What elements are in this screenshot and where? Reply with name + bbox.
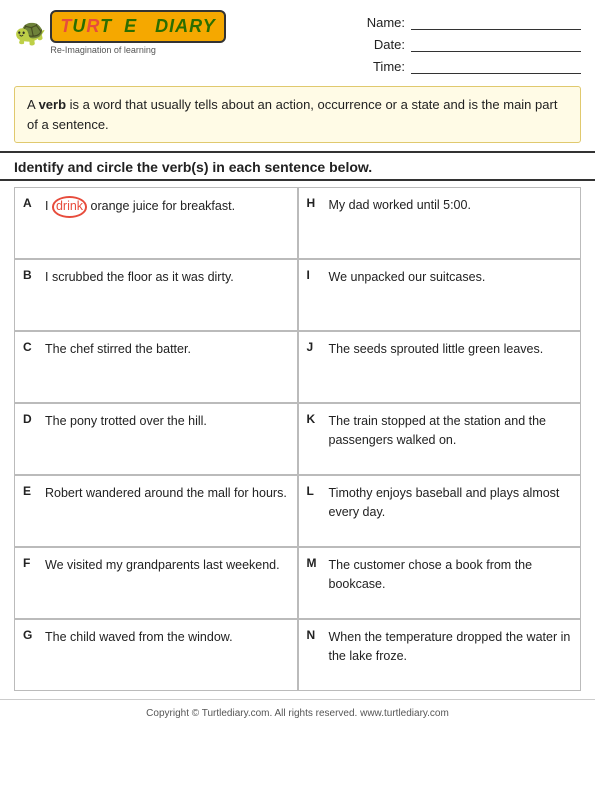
cell-text-C: The chef stirred the batter. (45, 340, 289, 359)
cell-text-H: My dad worked until 5:00. (329, 196, 573, 215)
time-label: Time: (365, 59, 405, 74)
cell-label-C: C (23, 340, 39, 354)
cell-label-B: B (23, 268, 39, 282)
logo-area: 🐢 TURTLE DIARY Re-Imagination of learnin… (14, 10, 226, 55)
cell-J: J The seeds sprouted little green leaves… (298, 331, 582, 403)
name-line (411, 14, 581, 30)
cell-C: C The chef stirred the batter. (14, 331, 298, 403)
cell-M: M The customer chose a book from the boo… (298, 547, 582, 619)
cell-text-N: When the temperature dropped the water i… (329, 628, 573, 666)
instruction: Identify and circle the verb(s) in each … (0, 151, 595, 181)
cell-label-L: L (307, 484, 323, 498)
cell-label-I: I (307, 268, 323, 282)
date-row: Date: (365, 36, 581, 52)
cell-text-B: I scrubbed the floor as it was dirty. (45, 268, 289, 287)
cell-text-K: The train stopped at the station and the… (329, 412, 573, 450)
cell-B: B I scrubbed the floor as it was dirty. (14, 259, 298, 331)
cell-label-J: J (307, 340, 323, 354)
footer: Copyright © Turtlediary.com. All rights … (0, 699, 595, 725)
name-row: Name: (365, 14, 581, 30)
cell-label-E: E (23, 484, 39, 498)
circled-drink: drink (52, 196, 87, 218)
cell-text-L: Timothy enjoys baseball and plays almost… (329, 484, 573, 522)
name-label: Name: (365, 15, 405, 30)
cell-K: K The train stopped at the station and t… (298, 403, 582, 475)
definition-box: A verb is a word that usually tells abou… (14, 86, 581, 143)
cell-D: D The pony trotted over the hill. (14, 403, 298, 475)
cell-text-A: I drink orange juice for breakfast. (45, 196, 289, 218)
cell-label-K: K (307, 412, 323, 426)
def-text-before: A (27, 97, 39, 112)
cell-N: N When the temperature dropped the water… (298, 619, 582, 691)
date-line (411, 36, 581, 52)
cell-text-E: Robert wandered around the mall for hour… (45, 484, 289, 503)
time-row: Time: (365, 58, 581, 74)
cell-text-F: We visited my grandparents last weekend. (45, 556, 289, 575)
cell-label-H: H (307, 196, 323, 210)
name-fields: Name: Date: Time: (365, 10, 581, 74)
cell-A: A I drink orange juice for breakfast. (14, 187, 298, 259)
cell-text-J: The seeds sprouted little green leaves. (329, 340, 573, 359)
cell-text-G: The child waved from the window. (45, 628, 289, 647)
logo-tagline: Re-Imagination of learning (50, 45, 225, 55)
cell-text-D: The pony trotted over the hill. (45, 412, 289, 431)
def-text-after: is a word that usually tells about an ac… (27, 97, 557, 132)
cell-label-A: A (23, 196, 39, 210)
cell-text-I: We unpacked our suitcases. (329, 268, 573, 287)
cell-label-G: G (23, 628, 39, 642)
cell-label-N: N (307, 628, 323, 642)
sentences-grid: A I drink orange juice for breakfast. H … (0, 187, 595, 691)
cell-L: L Timothy enjoys baseball and plays almo… (298, 475, 582, 547)
date-label: Date: (365, 37, 405, 52)
cell-label-F: F (23, 556, 39, 570)
cell-label-M: M (307, 556, 323, 570)
cell-text-M: The customer chose a book from the bookc… (329, 556, 573, 594)
cell-F: F We visited my grandparents last weeken… (14, 547, 298, 619)
cell-H: H My dad worked until 5:00. (298, 187, 582, 259)
header: 🐢 TURTLE DIARY Re-Imagination of learnin… (0, 0, 595, 80)
def-keyword: verb (39, 97, 66, 112)
logo-text: TURTLE DIARY (50, 10, 225, 43)
cell-E: E Robert wandered around the mall for ho… (14, 475, 298, 547)
cell-label-D: D (23, 412, 39, 426)
cell-G: G The child waved from the window. (14, 619, 298, 691)
cell-I: I We unpacked our suitcases. (298, 259, 582, 331)
time-line (411, 58, 581, 74)
